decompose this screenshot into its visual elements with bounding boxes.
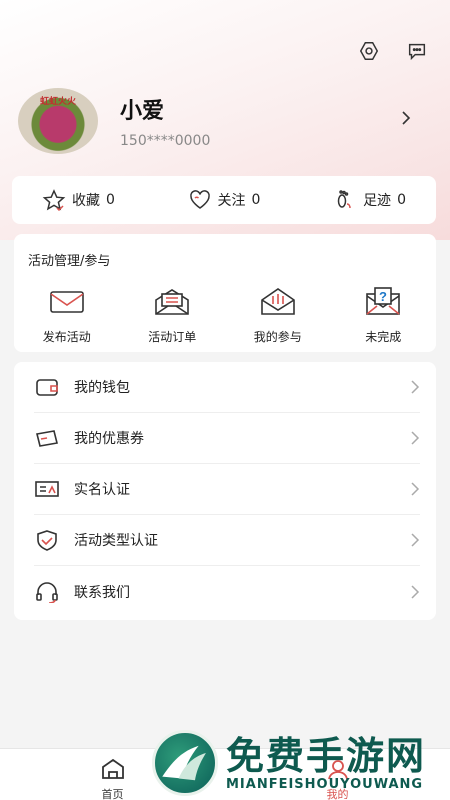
- menu-item-activity-type[interactable]: 活动类型认证: [34, 515, 420, 566]
- activity-items: 发布活动 活动订单 我的参与 ? 未完成: [14, 286, 436, 345]
- watermark-text: 免费手游网 MIANFEISHOUYOUWANG: [226, 732, 427, 792]
- open-envelope-icon: [260, 288, 295, 315]
- stat-count: 0: [397, 192, 406, 208]
- menu-item-wallet[interactable]: 我的钱包: [34, 362, 420, 413]
- menu-label: 我的钱包: [74, 380, 130, 396]
- chevron-right-icon: [411, 380, 420, 394]
- stat-count: 0: [106, 192, 115, 208]
- menu-label: 我的优惠券: [74, 431, 144, 447]
- stat-label: 收藏: [72, 193, 100, 209]
- stat-count: 0: [251, 192, 261, 208]
- chevron-right-icon[interactable]: [398, 108, 414, 128]
- menu-card: 我的钱包 我的优惠券 实名认证 活动类型认证 联系我们: [14, 362, 436, 620]
- stats-card: 收藏 0 关注 0 足迹 0: [12, 176, 436, 224]
- avatar-text: 虹虹火火: [39, 97, 76, 107]
- watermark: 免费手游网 MIANFEISHOUYOUWANG: [152, 726, 448, 800]
- settings-icon[interactable]: [358, 40, 380, 62]
- activity-label: 发布活动: [42, 330, 91, 344]
- activity-card: 活动管理/参与 发布活动 活动订单 我的参与 ? 未完成: [14, 234, 436, 352]
- menu-item-contact[interactable]: 联系我们: [34, 566, 420, 617]
- stat-following[interactable]: 关注 0: [188, 189, 261, 211]
- message-icon[interactable]: [406, 40, 428, 62]
- wallet-icon: [36, 379, 58, 396]
- activity-participation[interactable]: 我的参与: [225, 286, 331, 345]
- activity-publish[interactable]: 发布活动: [14, 286, 120, 345]
- watermark-en: MIANFEISHOUYOUWANG: [226, 776, 424, 792]
- user-phone: 150****0000: [120, 133, 211, 149]
- order-envelope-icon: [155, 289, 190, 315]
- footprint-icon: [337, 190, 351, 209]
- activity-orders[interactable]: 活动订单: [120, 286, 226, 345]
- menu-item-real-name[interactable]: 实名认证: [34, 464, 420, 515]
- menu-label: 实名认证: [74, 482, 130, 498]
- question-envelope-icon: ?: [366, 287, 401, 315]
- user-name: 小爱: [120, 99, 165, 124]
- chevron-right-icon: [411, 431, 420, 445]
- envelope-icon: [49, 291, 84, 313]
- chevron-right-icon: [411, 533, 420, 547]
- stat-label: 关注: [217, 193, 246, 209]
- star-icon: [42, 189, 66, 211]
- activity-label: 活动订单: [148, 330, 197, 344]
- menu-item-coupons[interactable]: 我的优惠券: [34, 413, 420, 464]
- stat-footprints[interactable]: 足迹 0: [333, 189, 406, 211]
- chevron-right-icon: [411, 584, 420, 599]
- id-card-icon: [35, 481, 59, 497]
- coupon-icon: [36, 430, 58, 447]
- heart-icon: [189, 190, 210, 209]
- chevron-right-icon: [411, 482, 420, 496]
- activity-unfinished[interactable]: ? 未完成: [331, 286, 437, 345]
- activity-title: 活动管理/参与: [28, 254, 111, 269]
- headset-icon: [36, 581, 58, 603]
- watermark-logo: [152, 730, 218, 796]
- menu-label: 活动类型认证: [74, 533, 158, 549]
- stat-label: 足迹: [363, 193, 392, 209]
- avatar[interactable]: 虹虹火火: [18, 88, 98, 154]
- mountain-icon: [162, 745, 206, 781]
- user-info: 小爱 150****0000: [120, 93, 210, 149]
- menu-label: 联系我们: [74, 584, 130, 601]
- home-icon: [101, 758, 124, 779]
- shield-check-icon: [37, 530, 57, 551]
- stat-favorites[interactable]: 收藏 0: [42, 189, 115, 211]
- top-actions: [358, 40, 428, 62]
- activity-label: 我的参与: [253, 330, 302, 344]
- svg-text:?: ?: [379, 289, 387, 304]
- profile-section[interactable]: 虹虹火火 小爱 150****0000: [18, 86, 432, 156]
- activity-label: 未完成: [365, 330, 402, 344]
- watermark-cn: 免费手游网: [226, 732, 427, 778]
